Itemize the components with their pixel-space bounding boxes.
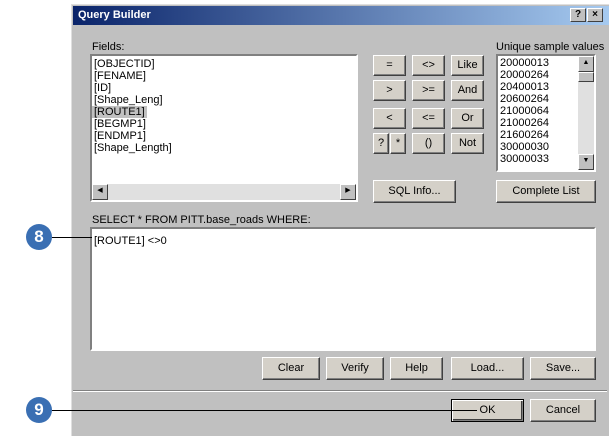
scroll-left-icon[interactable]: ◀ (92, 184, 108, 200)
field-item[interactable]: [OBJECTID] (92, 58, 155, 70)
scroll-up-icon[interactable]: ▲ (578, 56, 594, 72)
op-or-button[interactable]: Or (451, 108, 484, 129)
field-item[interactable]: [ID] (92, 82, 111, 94)
field-item[interactable]: [BEGMP1] (92, 118, 146, 130)
field-item[interactable]: [ROUTE1] (92, 106, 147, 118)
sample-values-label: Unique sample values (496, 41, 605, 53)
clear-button[interactable]: Clear (262, 357, 320, 380)
scroll-thumb[interactable] (578, 72, 594, 82)
select-statement-prefix: SELECT * FROM PITT.base_roads WHERE: (92, 214, 311, 226)
op-like-button[interactable]: Like (451, 55, 484, 76)
callout-step-9: 9 (26, 397, 52, 423)
op-less-equal-button[interactable]: <= (412, 108, 445, 129)
op-parentheses-button[interactable]: () (412, 133, 445, 154)
complete-list-button[interactable]: Complete List (496, 180, 596, 203)
query-expression-box[interactable]: [ROUTE1] <>0 (90, 227, 596, 351)
op-greater-button[interactable]: > (373, 80, 406, 101)
sql-info-button[interactable]: SQL Info... (373, 180, 456, 203)
query-expression-text: [ROUTE1] <>0 (94, 235, 167, 247)
scroll-down-icon[interactable]: ▼ (578, 154, 594, 170)
help-button[interactable]: Help (390, 357, 443, 380)
op-multi-wildcard-button[interactable]: * (390, 133, 406, 154)
cancel-button[interactable]: Cancel (530, 399, 596, 422)
separator-highlight (73, 391, 607, 392)
save-button[interactable]: Save... (530, 357, 596, 380)
sample-values-list[interactable]: 20000013 20000264 20400013 20600264 21000064… (496, 54, 596, 172)
field-item[interactable]: [FENAME] (92, 70, 146, 82)
load-button[interactable]: Load... (451, 357, 524, 380)
op-single-wildcard-button[interactable]: ? (373, 133, 389, 154)
field-item[interactable]: [Shape_Leng] (92, 94, 163, 106)
samples-vscrollbar[interactable]: ▲ ▼ (578, 56, 594, 170)
title-bar[interactable] (73, 6, 609, 25)
field-item[interactable]: [Shape_Length] (92, 142, 172, 154)
op-less-button[interactable]: < (373, 108, 406, 129)
fields-hscrollbar[interactable]: ◀ ▶ (92, 184, 356, 200)
window-title: Query Builder (78, 9, 151, 21)
save-button-label: Save... (545, 362, 581, 374)
field-item[interactable]: [ENDMP1] (92, 130, 146, 142)
op-greater-equal-button[interactable]: >= (412, 80, 445, 101)
callout-8-leader (52, 237, 92, 238)
callout-9-leader (52, 410, 477, 411)
fields-list[interactable]: [OBJECTID] [FENAME] [ID] [Shape_Leng] [ROUTE… (90, 54, 358, 202)
close-caption-button[interactable]: × (587, 8, 603, 22)
help-caption-button[interactable]: ? (570, 8, 586, 22)
load-button-label: Load... (470, 362, 505, 374)
op-and-button[interactable]: And (451, 80, 484, 101)
callout-step-8: 8 (26, 224, 52, 250)
verify-button[interactable]: Verify (326, 357, 384, 380)
scroll-right-icon[interactable]: ▶ (340, 184, 356, 200)
op-not-button[interactable]: Not (451, 133, 484, 154)
fields-label: Fields: (92, 41, 125, 53)
op-equal-button[interactable]: = (373, 55, 406, 76)
op-not-equal-button[interactable]: <> (412, 55, 445, 76)
